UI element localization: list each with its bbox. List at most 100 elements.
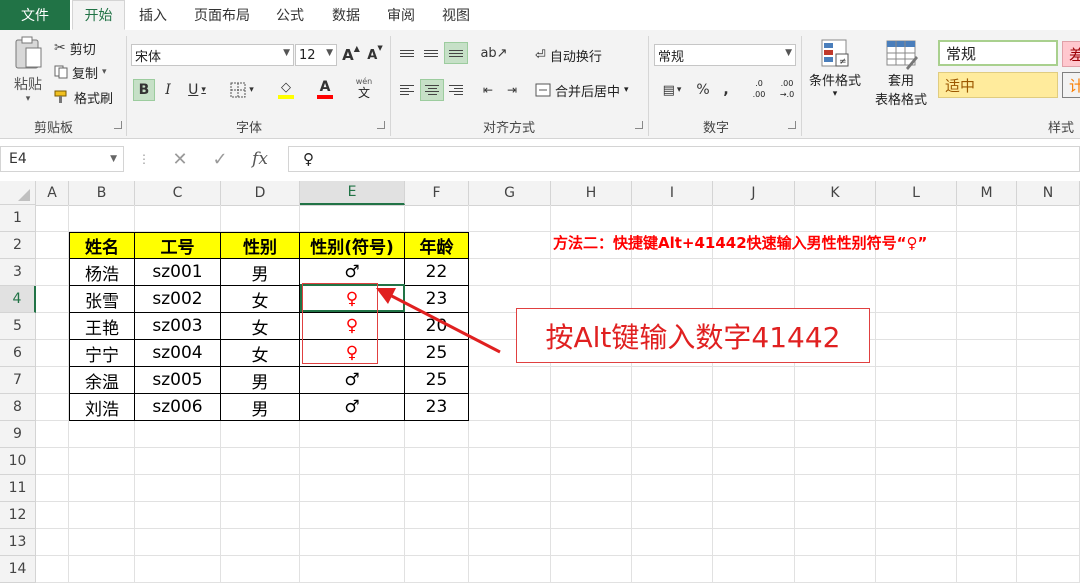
align-bottom-button[interactable] <box>444 42 468 64</box>
cut-button[interactable]: ✂ 剪切 <box>54 38 96 58</box>
alignment-launcher-icon[interactable] <box>635 121 643 129</box>
grow-font-button[interactable]: A ▲ <box>342 44 360 66</box>
font-name-select[interactable]: 宋体 ▼ <box>131 44 294 66</box>
row-header-12[interactable]: 12 <box>0 502 36 529</box>
table-cell[interactable]: 男 <box>221 367 300 394</box>
align-middle-button[interactable] <box>421 42 441 64</box>
column-header-n[interactable]: N <box>1017 181 1080 205</box>
insert-function-icon[interactable]: fx <box>240 149 280 169</box>
currency-button[interactable]: ▤ ▾ <box>656 79 688 101</box>
table-cell[interactable]: 23 <box>405 394 469 421</box>
paste-dropdown-icon[interactable]: ▾ <box>26 94 31 104</box>
table-cell[interactable]: ♂ <box>300 394 405 421</box>
align-top-button[interactable] <box>398 42 416 64</box>
row-header-7[interactable]: 7 <box>0 367 36 394</box>
row-header-1[interactable]: 1 <box>0 205 36 232</box>
borders-button[interactable]: ▾ <box>224 79 260 101</box>
table-cell[interactable]: 男 <box>221 259 300 286</box>
column-header-f[interactable]: F <box>405 181 469 205</box>
row-header-13[interactable]: 13 <box>0 529 36 556</box>
number-format-select[interactable]: 常规 ▼ <box>654 44 796 66</box>
table-cell[interactable]: sz003 <box>135 313 221 340</box>
tab-page-layout[interactable]: 页面布局 <box>186 0 258 30</box>
table-cell[interactable]: 女 <box>221 313 300 340</box>
shrink-font-button[interactable]: A ▼ <box>366 44 384 66</box>
column-header-j[interactable]: J <box>713 181 795 205</box>
column-header-i[interactable]: I <box>632 181 713 205</box>
table-header-cell[interactable]: 性别(符号) <box>300 232 405 259</box>
table-cell[interactable]: 女 <box>221 286 300 313</box>
wrap-text-button[interactable]: ⏎ 自动换行 <box>535 44 602 66</box>
table-cell[interactable]: 25 <box>405 367 469 394</box>
align-right-button[interactable] <box>447 79 465 101</box>
tab-data[interactable]: 数据 <box>322 0 370 30</box>
column-header-e[interactable]: E <box>300 181 405 205</box>
column-header-a[interactable]: A <box>36 181 69 205</box>
table-cell[interactable]: 宁宁 <box>69 340 135 367</box>
style-bad[interactable]: 差 <box>1062 41 1080 67</box>
formula-input[interactable]: ♀ <box>288 146 1080 172</box>
column-header-h[interactable]: H <box>551 181 632 205</box>
format-as-table-button[interactable]: 套用 表格格式 <box>866 38 936 110</box>
increase-indent-button[interactable]: ⇥ <box>502 79 522 101</box>
style-normal[interactable]: 常规 <box>938 40 1058 66</box>
align-left-button[interactable] <box>398 79 416 101</box>
percent-button[interactable]: % <box>694 79 712 101</box>
tab-formulas[interactable]: 公式 <box>268 0 312 30</box>
select-all-corner[interactable] <box>0 181 36 205</box>
table-header-cell[interactable]: 性别 <box>221 232 300 259</box>
format-painter-button[interactable]: 格式刷 <box>54 87 113 107</box>
table-cell[interactable]: 男 <box>221 394 300 421</box>
font-size-select[interactable]: 12 ▼ <box>295 44 337 66</box>
row-header-11[interactable]: 11 <box>0 475 36 502</box>
column-header-b[interactable]: B <box>69 181 135 205</box>
table-cell[interactable]: 张雪 <box>69 286 135 313</box>
cancel-icon[interactable]: ✕ <box>160 149 200 170</box>
decrease-indent-button[interactable]: ⇤ <box>478 79 498 101</box>
row-header-5[interactable]: 5 <box>0 313 36 340</box>
table-header-cell[interactable]: 年龄 <box>405 232 469 259</box>
table-cell[interactable]: 杨浩 <box>69 259 135 286</box>
orientation-button[interactable]: ab↗ <box>478 42 510 64</box>
copy-button[interactable]: 复制 ▾ <box>54 62 107 82</box>
column-header-c[interactable]: C <box>135 181 221 205</box>
table-cell[interactable]: ♂ <box>300 367 405 394</box>
font-color-button[interactable]: A <box>308 79 342 101</box>
align-center-button[interactable] <box>420 79 444 101</box>
column-header-k[interactable]: K <box>795 181 876 205</box>
style-calculation[interactable]: 计 <box>1062 72 1080 98</box>
table-header-cell[interactable]: 工号 <box>135 232 221 259</box>
clipboard-launcher-icon[interactable] <box>114 121 122 129</box>
copy-dropdown-icon[interactable]: ▾ <box>102 67 107 77</box>
tab-home[interactable]: 开始 <box>72 0 125 30</box>
column-header-m[interactable]: M <box>957 181 1017 205</box>
table-cell[interactable]: sz001 <box>135 259 221 286</box>
column-header-l[interactable]: L <box>876 181 957 205</box>
number-launcher-icon[interactable] <box>788 121 796 129</box>
row-header-4[interactable]: 4 <box>0 286 36 313</box>
row-header-3[interactable]: 3 <box>0 259 36 286</box>
row-header-9[interactable]: 9 <box>0 421 36 448</box>
row-header-6[interactable]: 6 <box>0 340 36 367</box>
table-cell[interactable]: sz002 <box>135 286 221 313</box>
tab-file[interactable]: 文件 <box>0 0 70 30</box>
italic-button[interactable]: I <box>158 79 178 101</box>
table-cell[interactable]: 王艳 <box>69 313 135 340</box>
name-box[interactable]: E4 ▼ <box>0 146 124 172</box>
paste-button[interactable]: 粘贴 ▾ <box>8 36 48 112</box>
table-cell[interactable]: sz004 <box>135 340 221 367</box>
table-cell[interactable]: 女 <box>221 340 300 367</box>
merge-center-button[interactable]: 合并后居中 ▾ <box>535 79 629 101</box>
bold-button[interactable]: B <box>133 79 155 101</box>
style-neutral[interactable]: 适中 <box>938 72 1058 98</box>
table-cell[interactable]: sz006 <box>135 394 221 421</box>
row-header-14[interactable]: 14 <box>0 556 36 583</box>
tab-insert[interactable]: 插入 <box>130 0 176 30</box>
underline-button[interactable]: U ▾ <box>182 79 212 101</box>
table-cell[interactable]: 余温 <box>69 367 135 394</box>
conditional-format-button[interactable]: ≠ 条件格式 ▾ <box>806 38 864 110</box>
table-cell[interactable]: 刘浩 <box>69 394 135 421</box>
chevron-down-icon[interactable]: ▾ <box>624 85 629 95</box>
row-header-10[interactable]: 10 <box>0 448 36 475</box>
enter-icon[interactable]: ✓ <box>200 149 240 170</box>
